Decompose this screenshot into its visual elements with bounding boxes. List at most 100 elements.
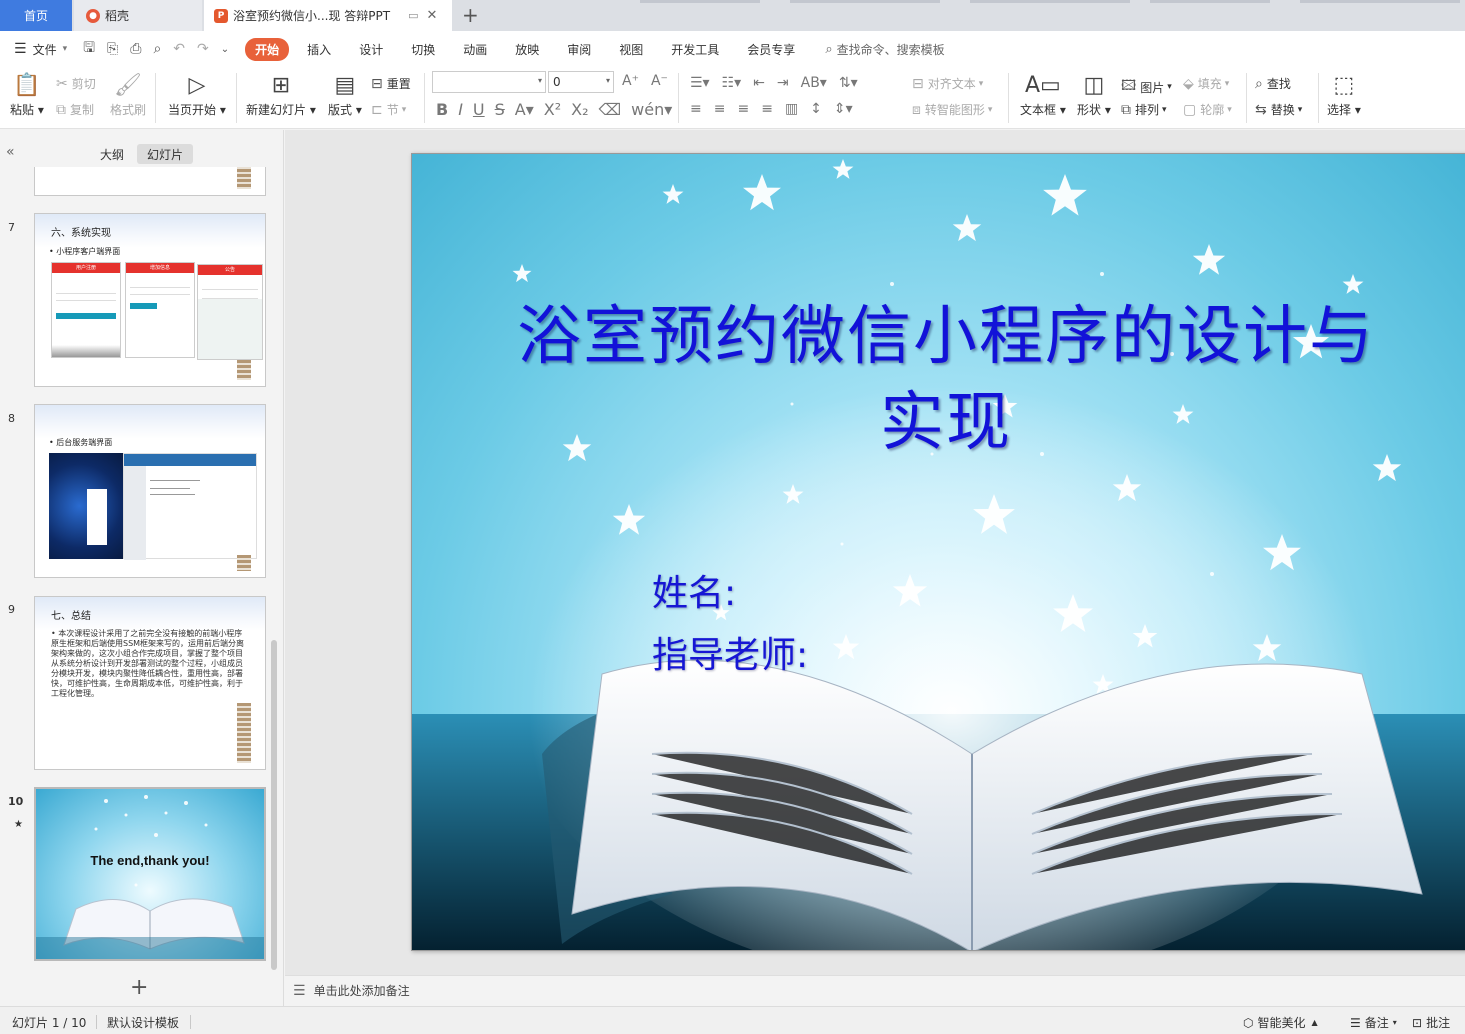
tab-document[interactable]: P 浴室预约微信小...现 答辩PPT ▭ ✕ [204, 0, 452, 31]
picture-button[interactable]: 🖾 图片 ▾ [1121, 75, 1172, 99]
align-center-icon[interactable]: ≡ [714, 101, 726, 117]
subscript-icon[interactable]: X₂ [571, 100, 588, 119]
new-slide-button[interactable]: ⊞ 新建幻灯片 ▾ [246, 71, 316, 118]
align-right-icon[interactable]: ≡ [737, 101, 749, 117]
undo-icon[interactable]: ↶ [173, 41, 185, 57]
play-from-current-button[interactable]: ▷ 当页开始 ▾ [168, 71, 226, 118]
arrange-button[interactable]: ⧉ 排列 ▾ [1121, 101, 1167, 118]
line-spacing-icon[interactable]: ↕ [810, 101, 822, 117]
bold-icon[interactable]: B [436, 100, 448, 119]
tab-home[interactable]: 首页 [0, 0, 72, 31]
clear-format-icon[interactable]: ⌫ [599, 100, 622, 119]
command-search[interactable]: ⌕ 查找命令、搜索模板 [825, 41, 944, 58]
distribute-icon[interactable]: ▥ [785, 101, 798, 117]
slide-thumbnail-6[interactable] [34, 167, 266, 196]
tab-view[interactable]: 视图 [605, 41, 657, 58]
replace-label: 替换 [1270, 103, 1295, 117]
italic-icon[interactable]: I [458, 100, 463, 119]
copy-button[interactable]: ⧉ 复制 [56, 101, 94, 118]
tab-slides[interactable]: 幻灯片 [137, 144, 194, 164]
underline-icon[interactable]: U [473, 100, 485, 119]
slide-thumbnail-7[interactable]: 六、系统实现 • 小程序客户端界面 用户注册 增加信息 公告 [34, 213, 266, 387]
tab-insert[interactable]: 插入 [293, 41, 345, 58]
template-name[interactable]: 默认设计模板 [107, 1014, 179, 1031]
save-icon[interactable]: 🖫 [83, 37, 95, 61]
cut-button[interactable]: ✂ 剪切 [56, 75, 96, 92]
export-icon[interactable]: ⎘ [107, 41, 118, 57]
reset-label: 重置 [386, 77, 411, 91]
find-button[interactable]: ⌕ 查找 [1255, 75, 1291, 92]
layout-icon: ▤ [334, 73, 356, 98]
tab-start[interactable]: 开始 [245, 37, 290, 61]
slide-thumbnail-9[interactable]: 七、总结 • 本次课程设计采用了之前完全没有接触的前端小程序原生框架和后端使用S… [34, 596, 266, 770]
font-name-select[interactable]: ▾ [432, 71, 546, 93]
strikethrough-icon[interactable]: S [495, 100, 505, 119]
notes-toggle[interactable]: ☰ 备注 ▾ [1350, 1014, 1397, 1031]
tab-member[interactable]: 会员专享 [733, 41, 809, 58]
pin-icon[interactable]: ▭ [408, 9, 418, 22]
tab-transition[interactable]: 切换 [397, 41, 449, 58]
paste-button[interactable]: 📋 粘贴 ▾ [10, 71, 44, 118]
section-button[interactable]: ⊏ 节 ▾ [371, 101, 406, 118]
format-painter-button[interactable]: 🖌 格式刷 [110, 71, 146, 118]
shape-button[interactable]: ◫ 形状 ▾ [1077, 71, 1111, 118]
file-menu[interactable]: ☰ 文件 ▾ [14, 41, 67, 58]
tab-docer[interactable]: ● 稻壳 [74, 0, 202, 31]
align-left-icon[interactable]: ≡ [690, 101, 702, 117]
bullets-icon[interactable]: ☰▾ [690, 75, 710, 91]
comments-toggle[interactable]: ⊡ 批注 [1412, 1014, 1450, 1031]
teacher-label[interactable]: 指导老师: [652, 626, 808, 678]
grow-font-icon[interactable]: A⁺ [622, 73, 639, 89]
print-icon[interactable]: ⎙ [130, 41, 141, 57]
select-label: 选择 [1327, 103, 1352, 117]
outline-button[interactable]: ▢ 轮廓 ▾ [1183, 101, 1232, 118]
print-preview-icon[interactable]: ⌕ [153, 41, 161, 57]
hamburger-icon: ☰ [14, 41, 27, 57]
shape-icon: ◫ [1083, 73, 1105, 98]
slide-number: 7 [8, 221, 15, 234]
name-label[interactable]: 姓名: [652, 564, 736, 616]
layout-button[interactable]: ▤ 版式 ▾ [328, 71, 362, 118]
textbox-button[interactable]: A▭ 文本框 ▾ [1020, 71, 1066, 118]
panel-scrollbar[interactable] [271, 640, 277, 970]
textbox-label: 文本框 [1020, 103, 1057, 117]
current-slide[interactable]: 浴室预约微信小程序的设计与实现 姓名: 指导老师: [411, 153, 1465, 951]
customize-icon[interactable]: ⌄ [221, 44, 229, 55]
select-button[interactable]: ⬚ 选择 ▾ [1327, 71, 1361, 118]
numbering-icon[interactable]: ☷▾ [722, 75, 742, 91]
shrink-font-icon[interactable]: A⁻ [651, 73, 668, 89]
tab-design[interactable]: 设计 [345, 41, 397, 58]
reset-button[interactable]: ⊟ 重置 [371, 75, 411, 92]
slide-thumbnail-8[interactable]: • 后台服务端界面 [34, 404, 266, 578]
outdent-icon[interactable]: ⇤ [753, 75, 765, 91]
tab-slideshow[interactable]: 放映 [501, 41, 553, 58]
add-slide-button[interactable]: + [130, 975, 148, 1000]
tab-animation[interactable]: 动画 [449, 41, 501, 58]
slide-title[interactable]: 浴室预约微信小程序的设计与实现 [506, 294, 1386, 466]
paragraph-spacing-icon[interactable]: ⇕▾ [834, 101, 853, 117]
tab-outline[interactable]: 大纲 [90, 144, 134, 164]
collapse-panel-icon[interactable]: « [6, 144, 15, 160]
superscript-icon[interactable]: X² [544, 100, 561, 119]
notes-pane[interactable]: ☰ 单击此处添加备注 [285, 975, 1465, 1005]
text-direction-icon[interactable]: ⇅▾ [839, 75, 858, 91]
redo-icon[interactable]: ↷ [197, 41, 209, 57]
replace-button[interactable]: ⇆ 替换 ▾ [1255, 101, 1302, 118]
phonetic-icon[interactable]: wén▾ [631, 100, 672, 119]
new-tab-button[interactable]: + [462, 3, 479, 27]
font-color-icon[interactable]: A▾ [515, 100, 534, 119]
slide-thumbnail-10[interactable]: The end,thank you! [34, 787, 266, 961]
align-text-button[interactable]: ⊟ 对齐文本 ▾ [912, 75, 983, 92]
indent-icon[interactable]: ⇥ [777, 75, 789, 91]
beautify-button[interactable]: ⬡ 智能美化 ▲ [1243, 1014, 1318, 1031]
fill-button[interactable]: ⬙ 填充 ▾ [1183, 75, 1229, 92]
tab-developer[interactable]: 开发工具 [657, 41, 733, 58]
justify-icon[interactable]: ≡ [761, 101, 773, 117]
list-buttons: ☰▾ ☷▾ ⇤ ⇥ AB▾ ⇅▾ [690, 75, 858, 91]
font-size-select[interactable]: 0 ▾ [548, 71, 614, 93]
text-columns-icon[interactable]: AB▾ [801, 75, 827, 91]
close-icon[interactable]: ✕ [426, 8, 437, 23]
tab-review[interactable]: 审阅 [553, 41, 605, 58]
clipboard-icon: 📋 [13, 73, 41, 98]
smartart-button[interactable]: ⧈ 转智能图形 ▾ [912, 101, 992, 118]
